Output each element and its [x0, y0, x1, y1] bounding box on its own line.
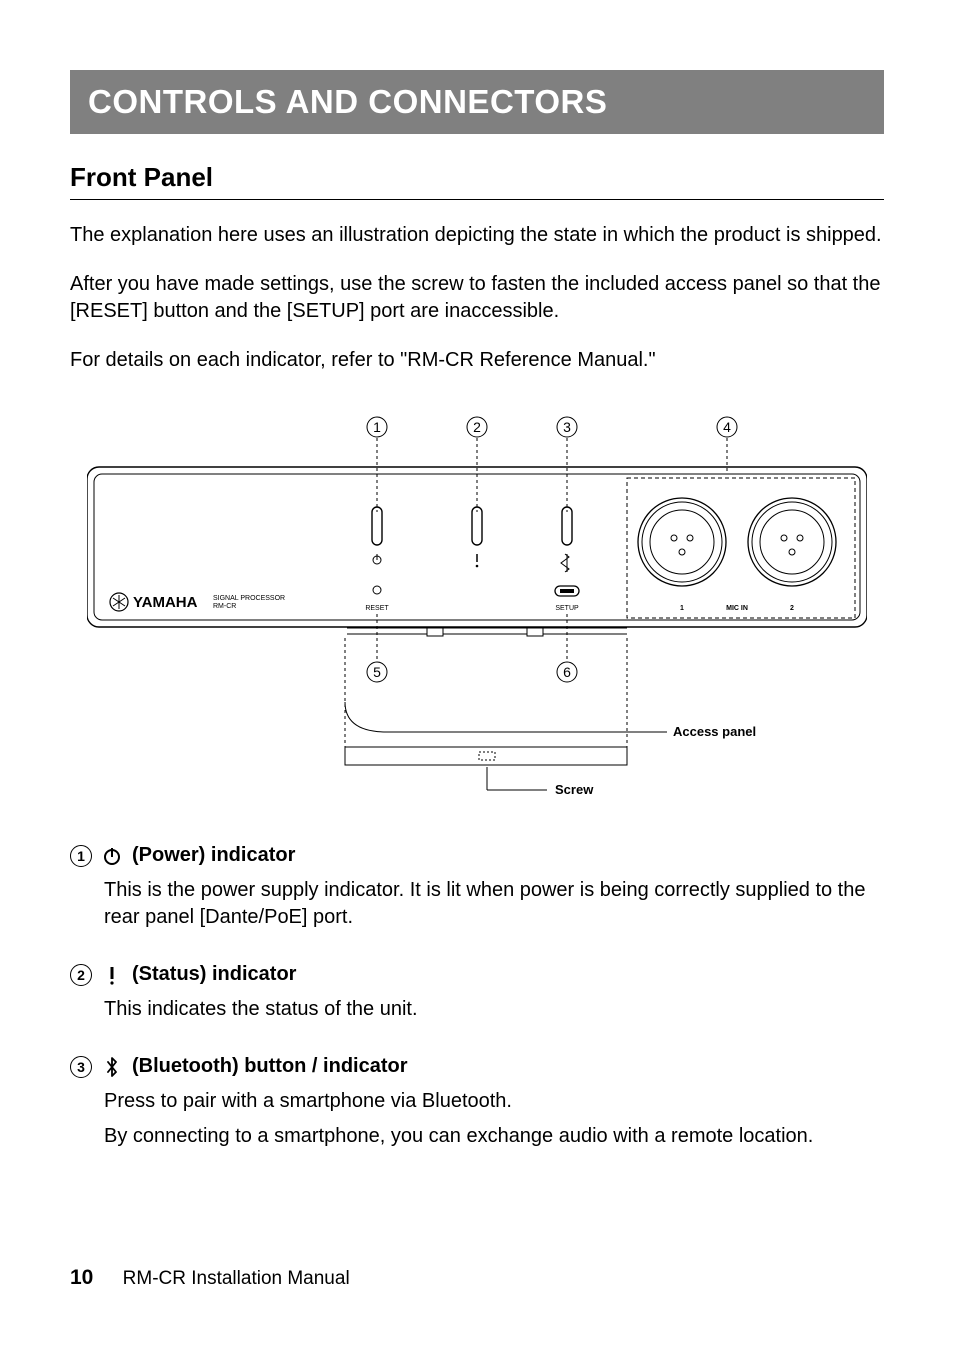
setup-label: SETUP: [555, 605, 579, 612]
section-title: Front Panel: [70, 162, 884, 200]
callout-3: 3: [563, 419, 571, 435]
intro-para-2: After you have made settings, use the sc…: [70, 271, 884, 325]
power-icon: [102, 846, 122, 866]
page-header: CONTROLS AND CONNECTORS: [70, 70, 884, 134]
item-desc-2: This indicates the status of the unit.: [104, 996, 884, 1023]
item-number-2: 2: [70, 964, 92, 986]
screw-label: Screw: [555, 782, 594, 797]
callout-1: 1: [373, 419, 381, 435]
svg-text:RM-CR: RM-CR: [213, 603, 236, 610]
intro-para-1: The explanation here uses an illustratio…: [70, 222, 884, 249]
page-number: 10: [70, 1266, 93, 1289]
svg-text:MIC IN: MIC IN: [726, 605, 748, 612]
bluetooth-icon: [102, 1057, 122, 1077]
item-title-1: (Power) indicator: [132, 844, 295, 867]
item-title-3: (Bluetooth) button / indicator: [132, 1055, 408, 1078]
item-number-1: 1: [70, 845, 92, 867]
item-desc-1: This is the power supply indicator. It i…: [104, 877, 884, 931]
callout-2: 2: [473, 419, 481, 435]
item-power-indicator: 1 (Power) indicator This is the power su…: [70, 844, 884, 931]
callout-4: 4: [723, 419, 731, 435]
svg-text:SIGNAL PROCESSOR: SIGNAL PROCESSOR: [213, 595, 285, 602]
item-desc-3: Press to pair with a smartphone via Blue…: [104, 1088, 884, 1150]
page-footer: 10 RM-CR Installation Manual: [70, 1266, 350, 1290]
callout-6: 6: [563, 664, 571, 680]
reset-label: RESET: [365, 605, 389, 612]
item-bluetooth-button: 3 (Bluetooth) button / indicator Press t…: [70, 1055, 884, 1150]
access-panel-label: Access panel: [673, 724, 756, 739]
status-icon: [102, 965, 122, 985]
svg-text:YAMAHA: YAMAHA: [133, 594, 198, 611]
item-number-3: 3: [70, 1056, 92, 1078]
svg-text:1: 1: [680, 605, 684, 612]
item-status-indicator: 2 (Status) indicator This indicates the …: [70, 963, 884, 1023]
intro-para-3: For details on each indicator, refer to …: [70, 347, 884, 374]
item-title-2: (Status) indicator: [132, 963, 296, 986]
svg-text:2: 2: [790, 605, 794, 612]
manual-title: RM-CR Installation Manual: [123, 1268, 350, 1289]
brand-logo: YAMAHA SIGNAL PROCESSOR RM-CR: [110, 593, 285, 611]
front-panel-diagram: 1 2 3 4 YAMAHA SIGNAL PROCESSOR RM-CR: [70, 412, 884, 812]
callout-5: 5: [373, 664, 381, 680]
